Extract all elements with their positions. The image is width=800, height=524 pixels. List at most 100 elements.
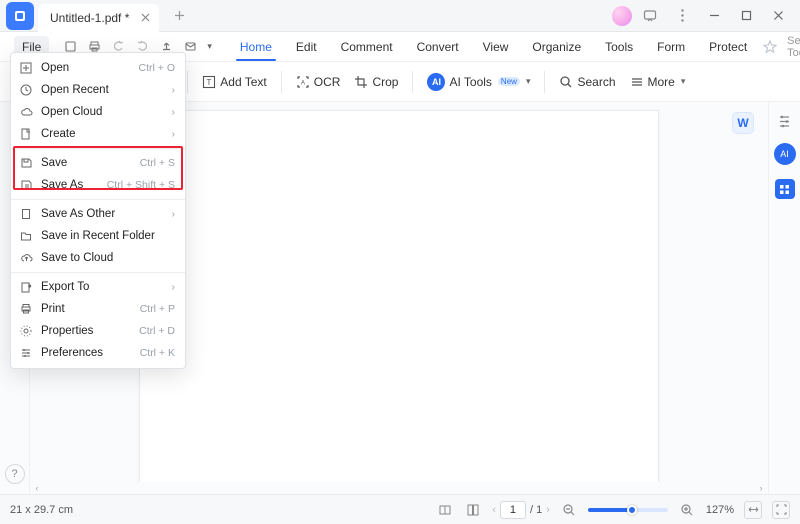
svg-text:T: T [207, 78, 212, 87]
ocr-label: OCR [314, 75, 341, 89]
help-button[interactable]: ? [5, 464, 25, 484]
document-page [139, 110, 659, 486]
chevron-right-icon: › [172, 209, 175, 220]
next-page-icon[interactable]: › [546, 504, 550, 516]
fit-width-icon[interactable] [744, 501, 762, 519]
prev-page-icon[interactable]: ‹ [492, 504, 496, 516]
gear-icon [19, 325, 33, 337]
cloud-upload-icon [19, 252, 33, 264]
tab-comment[interactable]: Comment [329, 34, 405, 60]
menu-preferences[interactable]: Preferences Ctrl + K [11, 342, 185, 364]
main-tabs: Home Edit Comment Convert View Organize … [228, 34, 759, 60]
ai-tools-label: AI Tools [449, 75, 491, 89]
star-icon[interactable] [763, 40, 777, 54]
document-tab[interactable]: Untitled-1.pdf * [38, 4, 159, 32]
page-icon [19, 208, 33, 220]
menu-save-as-other[interactable]: Save As Other › [11, 203, 185, 225]
window-maximize-button[interactable] [732, 4, 760, 28]
folder-icon [19, 230, 33, 242]
chevron-down-icon: ▾ [526, 76, 531, 87]
ai-badge-icon: AI [427, 73, 445, 91]
clock-icon [19, 84, 33, 96]
menu-properties[interactable]: Properties Ctrl + D [11, 320, 185, 342]
menu-print[interactable]: Print Ctrl + P [11, 298, 185, 320]
scroll-left-icon[interactable]: ‹ [30, 483, 44, 493]
plus-box-icon [19, 62, 33, 74]
zoom-in-icon[interactable] [678, 501, 696, 519]
tab-form[interactable]: Form [645, 34, 697, 60]
save-as-icon [19, 179, 33, 191]
page-dimensions: 21 x 29.7 cm [10, 504, 73, 516]
ai-tools-button[interactable]: AI AI Tools New ▾ [427, 73, 530, 91]
file-dropdown-menu: Open Ctrl + O Open Recent › Open Cloud ›… [10, 52, 186, 369]
fullscreen-icon[interactable] [772, 501, 790, 519]
chevron-right-icon: › [172, 85, 175, 96]
menu-open-cloud[interactable]: Open Cloud › [11, 101, 185, 123]
search-tools[interactable]: Search Tools [787, 35, 800, 59]
menu-save-as[interactable]: Save As Ctrl + Shift + S [11, 174, 185, 196]
svg-text:A: A [301, 80, 305, 86]
app-logo-icon [13, 9, 27, 23]
tab-home[interactable]: Home [228, 34, 284, 60]
create-icon [19, 128, 33, 140]
tab-protect[interactable]: Protect [697, 34, 759, 60]
app-logo [6, 2, 34, 30]
search-label: Search [577, 75, 615, 89]
tab-title: Untitled-1.pdf * [50, 11, 129, 25]
preferences-icon [19, 347, 33, 359]
ocr-button[interactable]: A OCR [296, 75, 341, 89]
menu-export-to[interactable]: Export To › [11, 276, 185, 298]
ai-sidebar-button[interactable]: AI [774, 143, 796, 165]
search-button[interactable]: Search [559, 75, 615, 89]
horizontal-scrollbar[interactable]: ‹ › [30, 482, 768, 494]
zoom-out-icon[interactable] [560, 501, 578, 519]
menu-save-to-cloud[interactable]: Save to Cloud [11, 247, 185, 269]
close-tab-icon[interactable] [137, 10, 153, 26]
chevron-right-icon: › [172, 129, 175, 140]
panel-toggle-icon[interactable] [777, 114, 792, 129]
menu-save-recent-folder[interactable]: Save in Recent Folder [11, 225, 185, 247]
qat-overflow-icon[interactable]: ▾ [207, 41, 212, 52]
chevron-right-icon: › [172, 282, 175, 293]
chevron-down-icon: ▾ [681, 76, 686, 87]
add-text-label: Add Text [220, 75, 266, 89]
new-tab-button[interactable] [167, 4, 191, 28]
menu-create[interactable]: Create › [11, 123, 185, 145]
more-button[interactable]: More ▾ [630, 75, 686, 89]
tab-view[interactable]: View [471, 34, 521, 60]
user-avatar[interactable] [612, 6, 632, 26]
tab-organize[interactable]: Organize [520, 34, 593, 60]
window-close-button[interactable] [764, 4, 792, 28]
more-label: More [648, 75, 675, 89]
title-bar: Untitled-1.pdf * [0, 0, 800, 32]
chevron-right-icon: › [172, 107, 175, 118]
save-icon [19, 157, 33, 169]
scroll-right-icon[interactable]: › [754, 483, 768, 493]
word-mode-button[interactable]: W [732, 112, 754, 134]
window-minimize-button[interactable] [700, 4, 728, 28]
crop-label: Crop [372, 75, 398, 89]
page-number-input[interactable] [500, 501, 526, 519]
menu-save[interactable]: Save Ctrl + S [11, 152, 185, 174]
crop-button[interactable]: Crop [354, 75, 398, 89]
cloud-icon [19, 106, 33, 118]
kebab-menu-icon[interactable] [668, 4, 696, 28]
tab-convert[interactable]: Convert [405, 34, 471, 60]
add-text-button[interactable]: T Add Text [202, 75, 266, 89]
menu-open-recent[interactable]: Open Recent › [11, 79, 185, 101]
print-icon [19, 303, 33, 315]
read-mode-icon[interactable] [436, 501, 454, 519]
view-mode-icon[interactable] [464, 501, 482, 519]
status-bar: 21 x 29.7 cm ‹ / 1 › 127% [0, 494, 800, 524]
menu-open[interactable]: Open Ctrl + O [11, 57, 185, 79]
tab-edit[interactable]: Edit [284, 34, 329, 60]
export-icon [19, 281, 33, 293]
zoom-slider[interactable] [588, 508, 668, 512]
feedback-icon[interactable] [636, 4, 664, 28]
right-sidebar: AI [768, 102, 800, 494]
tab-tools[interactable]: Tools [593, 34, 645, 60]
zoom-level[interactable]: 127% [706, 504, 734, 516]
page-total: / 1 [530, 504, 542, 516]
ai-new-badge: New [498, 77, 520, 86]
apps-sidebar-button[interactable] [775, 179, 795, 199]
